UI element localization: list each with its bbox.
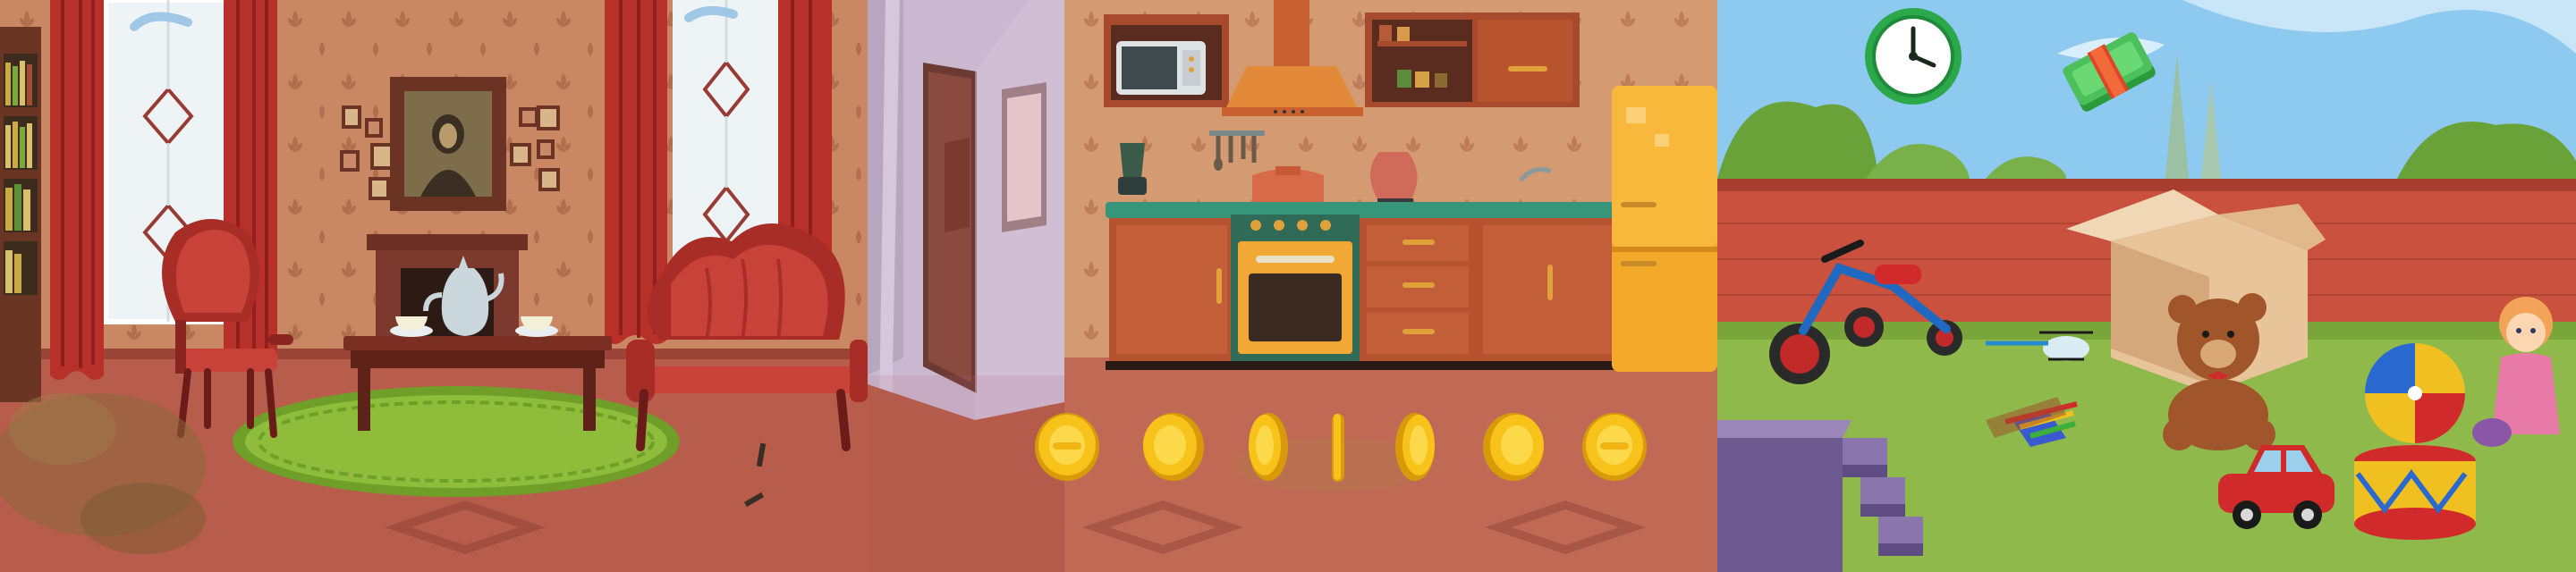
living-room-art bbox=[0, 0, 868, 572]
gold-coin-icon[interactable] bbox=[1483, 413, 1544, 481]
gold-coin-icon[interactable] bbox=[1395, 413, 1435, 481]
backyard-panel bbox=[1717, 0, 2576, 572]
gold-coin-icon[interactable] bbox=[1143, 413, 1204, 481]
cash-bundle-icon[interactable] bbox=[2057, 21, 2165, 129]
coin-row bbox=[1029, 407, 1673, 487]
clock-icon[interactable] bbox=[1862, 5, 1964, 107]
gold-coin-icon[interactable] bbox=[1582, 413, 1647, 481]
living-room-panel bbox=[0, 0, 868, 572]
game-scene bbox=[0, 0, 2576, 572]
gold-coin-icon[interactable] bbox=[1249, 413, 1288, 481]
gold-coin-icon[interactable] bbox=[1035, 413, 1099, 481]
gold-coin-icon[interactable] bbox=[1332, 414, 1344, 482]
